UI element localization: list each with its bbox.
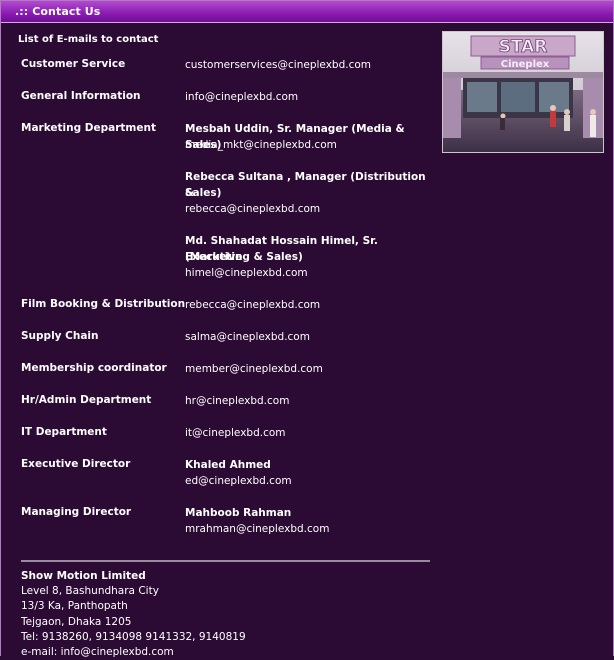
contact-name: (Marketing & Sales) <box>185 251 303 263</box>
contact-name: Mahboob Rahman <box>185 507 292 519</box>
contact-details: member@cineplexbd.com <box>185 361 435 377</box>
cineplex-photo: STAR Cineplex <box>442 31 604 153</box>
department-label: Marketing Department <box>21 122 156 134</box>
contact-name: Md. Shahadat Hossain Himel, Sr. Executiv… <box>185 235 378 263</box>
email-address[interactable]: rebecca@cineplexbd.com <box>185 201 435 217</box>
email-address[interactable]: mrahman@cineplexbd.com <box>185 521 435 537</box>
contact-details: Khaled Ahmed ed@cineplexbd.com <box>185 457 435 489</box>
department-label: Executive Director <box>21 458 131 470</box>
contact-details: hr@cineplexbd.com <box>185 393 435 409</box>
phone-line: Tel: 9138260, 9134098 9141332, 9140819 <box>21 630 246 643</box>
contact-details: Mesbah Uddin, Sr. Manager (Media & Sales… <box>185 121 435 281</box>
department-label: Supply Chain <box>21 330 99 342</box>
department-label: Hr/Admin Department <box>21 394 152 406</box>
email-address[interactable]: member@cineplexbd.com <box>185 361 435 377</box>
address-line: Level 8, Bashundhara City <box>21 585 159 598</box>
contact-name: Sales) <box>185 187 222 199</box>
email-address[interactable]: it@cineplexbd.com <box>185 425 435 441</box>
intro-text: List of E-mails to contact <box>18 34 159 45</box>
sign-cineplex-text: Cineplex <box>501 59 550 70</box>
section-title: .:: Contact Us <box>15 5 101 18</box>
contact-details: Mahboob Rahman mrahman@cineplexbd.com <box>185 505 435 537</box>
email-address[interactable]: info@cineplexbd.com <box>185 89 435 105</box>
sign-star-text: STAR <box>499 37 548 57</box>
department-label: General Information <box>21 90 141 102</box>
company-address: Show Motion Limited Level 8, Bashundhara… <box>21 569 246 660</box>
email-address[interactable]: salma@cineplexbd.com <box>185 329 435 345</box>
department-label: Managing Director <box>21 506 132 518</box>
contact-details: rebecca@cineplexbd.com <box>185 297 435 313</box>
email-address[interactable]: hr@cineplexbd.com <box>185 393 435 409</box>
contact-name: Mesbah Uddin, Sr. Manager (Media & Sales… <box>185 123 405 151</box>
department-label: Membership coordinator <box>21 362 167 374</box>
address-line: 13/3 Ka, Panthopath <box>21 600 128 613</box>
contact-details: customerservices@cineplexbd.com <box>185 57 435 73</box>
address-line: Tejgaon, Dhaka 1205 <box>21 615 132 628</box>
email-address[interactable]: media_mkt@cineplexbd.com <box>185 137 435 153</box>
contact-details: it@cineplexbd.com <box>185 425 435 441</box>
email-address[interactable]: rebecca@cineplexbd.com <box>185 297 435 313</box>
section-header: .:: Contact Us <box>1 1 613 23</box>
footer-divider <box>21 560 430 562</box>
contact-name: Rebecca Sultana , Manager (Distribution … <box>185 171 426 199</box>
contact-details: info@cineplexbd.com <box>185 89 435 105</box>
email-address[interactable]: himel@cineplexbd.com <box>185 265 435 281</box>
email-address[interactable]: ed@cineplexbd.com <box>185 473 435 489</box>
contact-details: salma@cineplexbd.com <box>185 329 435 345</box>
department-label: Customer Service <box>21 58 126 70</box>
department-label: IT Department <box>21 426 107 438</box>
department-label: Film Booking & Distribution <box>21 298 186 310</box>
company-name: Show Motion Limited <box>21 570 146 582</box>
contact-name: Khaled Ahmed <box>185 459 271 471</box>
cinema-entrance-image: STAR Cineplex <box>443 32 603 152</box>
email-line: e-mail: info@cineplexbd.com <box>21 646 174 659</box>
email-address[interactable]: customerservices@cineplexbd.com <box>185 57 435 73</box>
